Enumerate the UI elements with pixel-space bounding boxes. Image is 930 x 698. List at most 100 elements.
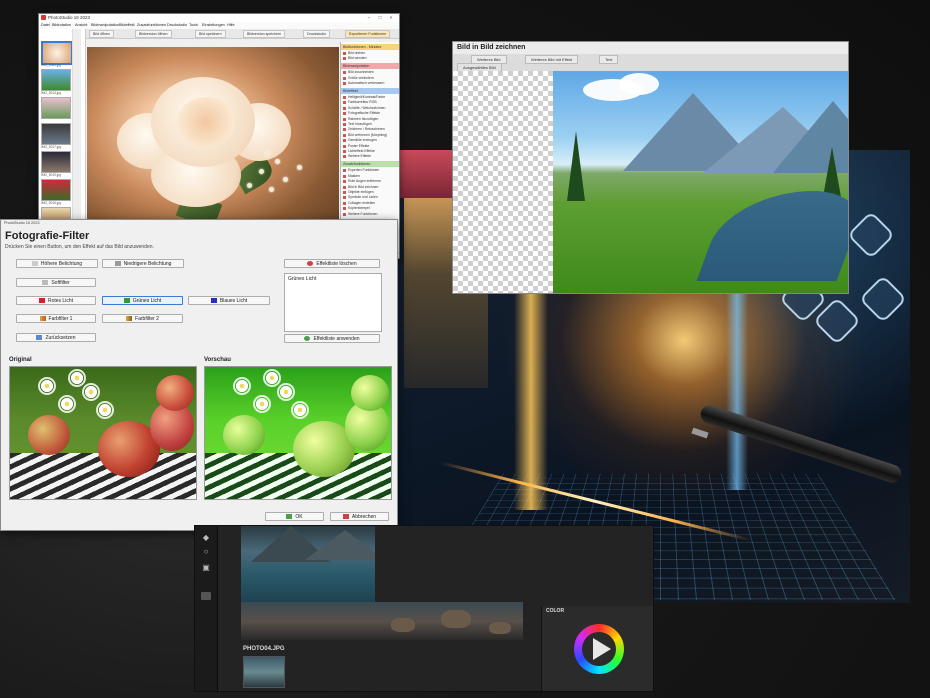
thumbnail-label: IMG_5051.jpg <box>41 63 62 67</box>
function-icon <box>343 123 346 126</box>
sidebar-item[interactable]: Rote Augen entfernen <box>341 179 399 184</box>
sidebar-item[interactable]: Schärfe / Weichzeichnen <box>341 106 399 111</box>
higher-exposure-button[interactable]: Höhere Belichtung <box>16 259 98 268</box>
sidebar-item[interactable]: Weitere Effekte <box>341 154 399 159</box>
menu-druckstudio[interactable]: Druckstudio <box>167 22 187 29</box>
function-icon <box>343 196 346 200</box>
photo-thumbnail[interactable] <box>243 656 285 688</box>
dialog-heading: Fotografie-Filter <box>5 230 90 242</box>
thumbnail[interactable] <box>41 41 73 65</box>
bud <box>265 151 270 156</box>
layers-icon[interactable]: ▣ <box>201 564 211 572</box>
sidebar-item[interactable]: Poster Effekte <box>341 144 399 149</box>
cancel-button[interactable]: Abbrechen <box>330 512 389 521</box>
effect-list[interactable]: Grünes Licht <box>284 273 382 332</box>
pip-more-image-effect-button[interactable]: Weiteres Bild mit Effekt <box>525 55 579 64</box>
sidebar-item[interactable]: Automatisch verbessern <box>341 81 399 86</box>
flower <box>40 379 54 393</box>
print-studio-button[interactable]: Druckstudio <box>303 30 330 38</box>
thumbnail[interactable] <box>41 97 71 119</box>
sidebar-item[interactable]: Symbole und Linien <box>341 195 399 200</box>
function-icon <box>343 117 346 121</box>
menu-datei[interactable]: Datei <box>41 22 50 29</box>
thumbnail[interactable] <box>41 151 71 173</box>
thumbnail[interactable] <box>41 123 71 145</box>
color-filter-2-button[interactable]: Farbfilter 2 <box>102 314 183 323</box>
apple <box>28 415 70 455</box>
save-image-button[interactable]: Bild speichern <box>195 30 226 38</box>
zoom-icon[interactable]: ○ <box>201 548 211 556</box>
menu-bildeffekt[interactable]: Bildeffekt <box>119 22 135 29</box>
photo-filter-dialog: PhotoStudio 16 2023 Fotografie-Filter Dr… <box>0 219 398 531</box>
sidebar-item[interactable]: Rahmen hinzufügen <box>341 117 399 122</box>
rock <box>441 610 471 628</box>
close-icon[interactable]: × <box>387 14 395 22</box>
save-version-button[interactable]: Bildversion speichern <box>243 30 286 38</box>
sidebar-item[interactable]: Gemälde erzeugen <box>341 138 399 143</box>
clear-effect-list-button[interactable]: Effektliste löschen <box>284 259 380 268</box>
minimize-icon[interactable]: – <box>365 14 373 22</box>
function-icon <box>343 112 346 116</box>
sidebar-item[interactable]: Farbkorrektur RGB <box>341 100 399 105</box>
sidebar-item[interactable]: Lichteffekt Effekte <box>341 149 399 154</box>
maximize-icon[interactable]: □ <box>376 14 384 22</box>
close-icon <box>342 514 349 519</box>
menu-bildmanipulation[interactable]: Bildmanipulation <box>91 22 119 29</box>
sidebar-item[interactable]: Collagen erstellen <box>341 201 399 206</box>
color-triangle[interactable] <box>593 638 611 660</box>
landscape-image <box>553 71 848 293</box>
sidebar-item[interactable]: Objekte einfügen <box>341 190 399 195</box>
transparent-canvas <box>453 71 553 293</box>
sidebar-item[interactable]: Text hinzufügen <box>341 122 399 127</box>
sidebar-item[interactable]: Helligkeit/Kontrast/Farbe <box>341 95 399 100</box>
red-light-button[interactable]: Rotes Licht <box>16 296 96 305</box>
export-functions-button[interactable]: Exportieren Funktionen <box>345 30 391 38</box>
sidebar-item[interactable]: Experten Funktionen <box>341 168 399 173</box>
lower-exposure-button[interactable]: Niedrigere Belichtung <box>102 259 184 268</box>
sidebar-item[interactable]: Masken <box>341 174 399 179</box>
art-red-panel <box>396 150 456 198</box>
image-icon[interactable] <box>201 592 211 600</box>
blue-light-button[interactable]: Blaues Licht <box>188 296 270 305</box>
apply-effect-list-button[interactable]: Effektliste anwenden <box>284 334 380 343</box>
flower <box>70 371 84 385</box>
menu-bildrotation[interactable]: Bildrotation <box>52 22 71 29</box>
sidebar-item[interactable]: Kopierstempel <box>341 206 399 211</box>
sidebar-item[interactable]: Bild wenden <box>341 56 399 61</box>
thumbnail-label: IMG_5019.jpg <box>41 173 62 177</box>
function-icon <box>343 71 346 75</box>
sidebar-item[interactable]: Bild zuschneiden <box>341 70 399 75</box>
sidebar-item[interactable]: Fotografische Effekte <box>341 111 399 116</box>
green-light-button[interactable]: Grünes Licht <box>102 296 183 305</box>
lake-image <box>241 526 375 612</box>
open-image-button[interactable]: Bild öffnen <box>89 30 114 38</box>
thumbnail[interactable] <box>41 69 71 91</box>
open-version-button[interactable]: Bildversion öffnen <box>135 30 172 38</box>
sidebar-item[interactable]: Bild verformen (Morphing) <box>341 133 399 138</box>
color-filter-1-button[interactable]: Farbfilter 1 <box>16 314 96 323</box>
reset-button[interactable]: Zurücksetzen <box>16 333 96 342</box>
menu-einstellungen[interactable]: Einstellungen <box>202 22 225 29</box>
sidebar-item[interactable]: Bild drehen <box>341 51 399 56</box>
pip-toolbar: Weiteres Bild Weiteres Bild mit Effekt T… <box>453 54 848 72</box>
menu-hilfe[interactable]: Hilfe <box>227 22 235 29</box>
eraser-icon[interactable]: ◆ <box>201 534 211 542</box>
softfilter-button[interactable]: Softfilter <box>16 278 96 287</box>
sidebar-item[interactable]: Weitere Funktionen <box>341 212 399 217</box>
pip-text-button[interactable]: Text <box>599 55 619 64</box>
menu-zusatzfunktionen[interactable]: Zusatzfunktionen <box>137 22 166 29</box>
function-icon <box>343 52 346 55</box>
menu-tools[interactable]: Tools <box>189 22 198 29</box>
thumbnail[interactable] <box>41 179 71 201</box>
ok-button[interactable]: OK <box>265 512 324 521</box>
menu-ansicht[interactable]: Ansicht <box>75 22 87 29</box>
function-icon <box>343 82 346 86</box>
effect-list-item[interactable]: Grünes Licht <box>288 276 316 282</box>
sidebar-item[interactable]: Größe verändern <box>341 76 399 81</box>
flower <box>279 385 293 399</box>
app-logo-icon <box>41 15 46 20</box>
flower <box>60 397 74 411</box>
sidebar-item[interactable]: Zeichnen / Retuschieren <box>341 127 399 132</box>
sidebar-item[interactable]: Bild in Bild zeichnen <box>341 185 399 190</box>
blue-swatch-icon <box>210 298 217 303</box>
